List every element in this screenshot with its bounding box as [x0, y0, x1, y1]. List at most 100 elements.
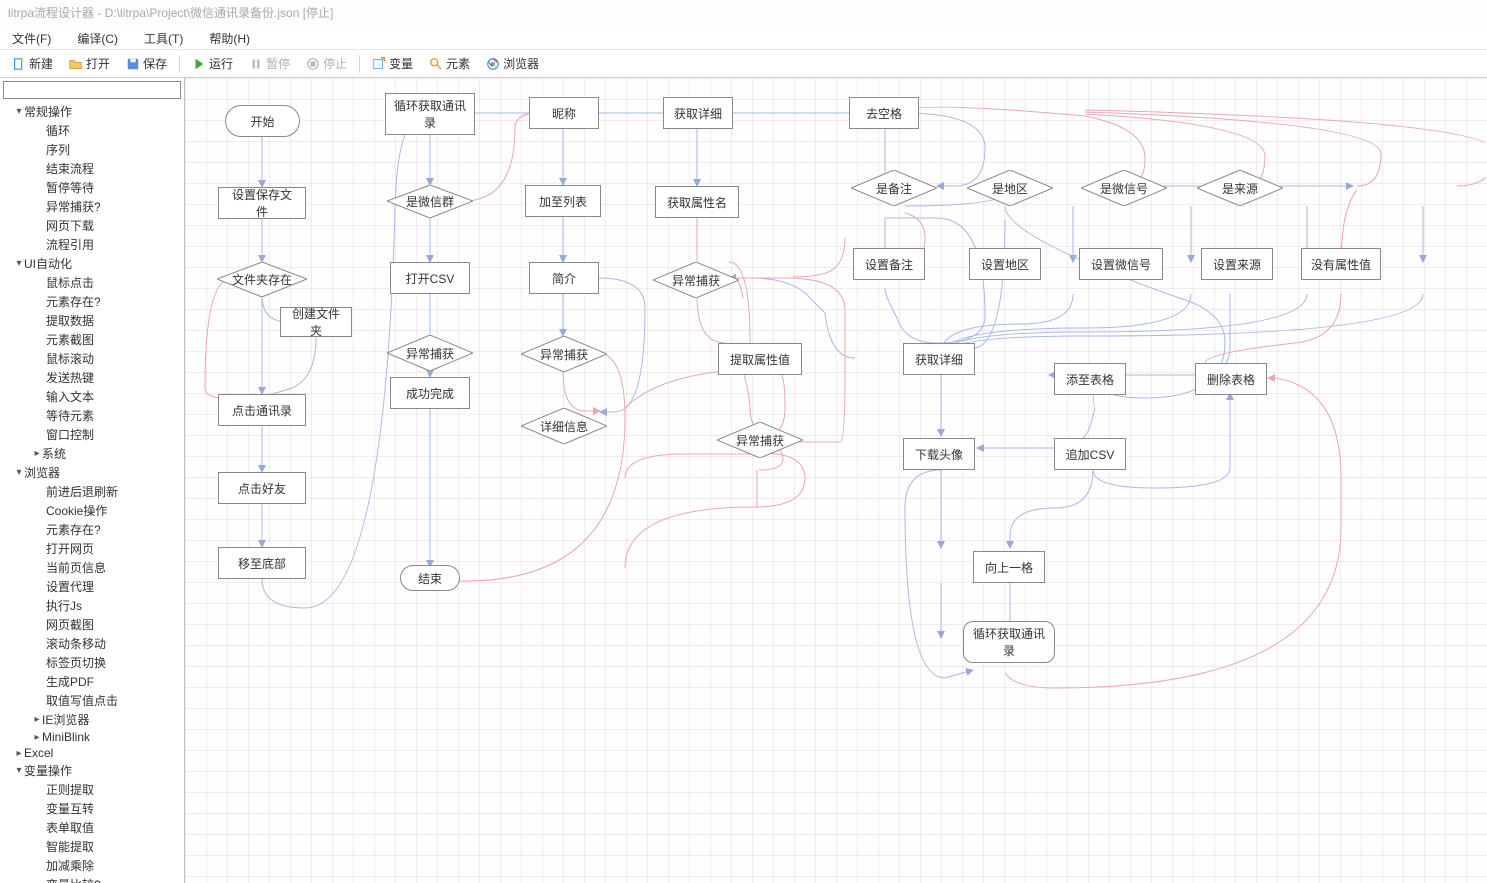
- tree-leaf[interactable]: 流程引用: [46, 235, 184, 254]
- tree-leaf[interactable]: 打开网页: [46, 539, 184, 558]
- tree-group-browser[interactable]: 浏览器: [14, 463, 184, 482]
- tree-group-vars[interactable]: 变量操作: [14, 761, 184, 780]
- node-open-csv[interactable]: 打开CSV: [390, 262, 470, 294]
- node-up-one[interactable]: 向上一格: [973, 551, 1045, 583]
- tree-group-general[interactable]: 常规操作: [14, 102, 184, 121]
- node-del-table[interactable]: 删除表格: [1195, 363, 1267, 395]
- browser-button[interactable]: 浏览器: [480, 53, 545, 74]
- tree-leaf[interactable]: 变量互转: [46, 799, 184, 818]
- tree-sub-system[interactable]: 系统: [32, 444, 184, 463]
- node-catch2[interactable]: 异常捕获: [387, 335, 473, 371]
- tree-leaf[interactable]: 元素存在?: [46, 520, 184, 539]
- node-detail-info[interactable]: 详细信息: [521, 408, 607, 444]
- tree-group-ui[interactable]: UI自动化: [14, 254, 184, 273]
- node-set-source[interactable]: 设置来源: [1201, 248, 1273, 280]
- tree-leaf[interactable]: 发送热键: [46, 368, 184, 387]
- node-get-attr-name[interactable]: 获取属性名: [655, 186, 739, 218]
- tree-leaf[interactable]: 网页截图: [46, 615, 184, 634]
- tree-leaf[interactable]: 标签页切换: [46, 653, 184, 672]
- tree-leaf[interactable]: 正则提取: [46, 780, 184, 799]
- node-is-region[interactable]: 是地区: [967, 170, 1053, 206]
- node-set-wxid[interactable]: 设置微信号: [1079, 248, 1163, 280]
- tree-leaf[interactable]: 结束流程: [46, 159, 184, 178]
- node-intro[interactable]: 简介: [529, 262, 599, 294]
- tree-leaf[interactable]: 输入文本: [46, 387, 184, 406]
- stop-button[interactable]: 停止: [300, 53, 353, 74]
- elem-button[interactable]: 元素: [423, 53, 476, 74]
- flow-canvas[interactable]: 开始 设置保存文件 文件夹存在 创建文件夹 点击通讯录 点击好友 移至底部 循环…: [185, 78, 1487, 883]
- open-button[interactable]: 打开: [63, 53, 116, 74]
- tree-leaf[interactable]: 智能提取: [46, 837, 184, 856]
- tree-leaf[interactable]: 执行Js: [46, 596, 184, 615]
- tree-leaf[interactable]: 加减乘除: [46, 856, 184, 875]
- node-click-friend[interactable]: 点击好友: [218, 472, 306, 504]
- new-button[interactable]: 新建: [6, 53, 59, 74]
- node-is-group[interactable]: 是微信群: [387, 185, 473, 218]
- menu-tool[interactable]: 工具(T): [140, 28, 187, 47]
- save-button[interactable]: 保存: [120, 53, 173, 74]
- node-is-source[interactable]: 是来源: [1197, 170, 1283, 206]
- node-done[interactable]: 成功完成: [390, 377, 470, 409]
- tree-leaf[interactable]: 鼠标滚动: [46, 349, 184, 368]
- node-addlist[interactable]: 加至列表: [525, 185, 601, 217]
- node-nickname[interactable]: 昵称: [529, 97, 599, 129]
- tree-leaf[interactable]: Cookie操作: [46, 501, 184, 520]
- node-loop-contacts2[interactable]: 循环获取通讯 录: [963, 621, 1055, 663]
- node-catch4[interactable]: 异常捕获: [717, 422, 803, 458]
- tree-leaf[interactable]: 生成PDF: [46, 672, 184, 691]
- node-end[interactable]: 结束: [400, 565, 460, 591]
- tree-leaf[interactable]: 网页下载: [46, 216, 184, 235]
- sidebar: 常规操作 循环序列结束流程暂停等待异常捕获?网页下载流程引用 UI自动化 鼠标点…: [0, 78, 185, 883]
- menu-edit[interactable]: 编译(C): [73, 28, 122, 47]
- node-to-bottom[interactable]: 移至底部: [218, 547, 306, 579]
- tree-leaf[interactable]: 元素截图: [46, 330, 184, 349]
- tree-leaf[interactable]: 设置代理: [46, 577, 184, 596]
- node-set-save[interactable]: 设置保存文件: [218, 187, 306, 219]
- tree-leaf[interactable]: 滚动条移动: [46, 634, 184, 653]
- node-set-remark[interactable]: 设置备注: [853, 248, 925, 280]
- tree-leaf[interactable]: 鼠标点击: [46, 273, 184, 292]
- tree-leaf[interactable]: 元素存在?: [46, 292, 184, 311]
- menu-file[interactable]: 文件(F): [8, 28, 55, 47]
- tree-leaf[interactable]: 序列: [46, 140, 184, 159]
- node-loop-contacts[interactable]: 循环获取通讯 录: [385, 93, 475, 135]
- tree-sub-miniblink[interactable]: MiniBlink: [32, 729, 184, 745]
- node-get-detail[interactable]: 获取详细: [663, 97, 733, 129]
- tree-leaf[interactable]: 表单取值: [46, 818, 184, 837]
- tree-leaf[interactable]: 等待元素: [46, 406, 184, 425]
- node-catch3[interactable]: 异常捕获: [653, 262, 739, 298]
- vars-button[interactable]: 变量: [366, 53, 419, 74]
- node-create-folder[interactable]: 创建文件夹: [280, 307, 352, 337]
- run-button[interactable]: 运行: [186, 53, 239, 74]
- tree-leaf[interactable]: 当前页信息: [46, 558, 184, 577]
- node-extract-attr[interactable]: 提取属性值: [718, 343, 802, 375]
- node-add-table[interactable]: 添至表格: [1054, 363, 1126, 395]
- tree-leaf[interactable]: 循环: [46, 121, 184, 140]
- node-trim[interactable]: 去空格: [849, 97, 919, 129]
- menu-help[interactable]: 帮助(H): [205, 28, 254, 47]
- pause-button[interactable]: 暂停: [243, 53, 296, 74]
- tree-leaf[interactable]: 窗口控制: [46, 425, 184, 444]
- node-no-attr[interactable]: 没有属性值: [1301, 248, 1381, 280]
- tree-leaf[interactable]: 取值写值点击: [46, 691, 184, 710]
- node-start[interactable]: 开始: [225, 105, 300, 137]
- node-set-region[interactable]: 设置地区: [969, 248, 1041, 280]
- node-is-remark[interactable]: 是备注: [851, 170, 937, 206]
- node-folder-exist[interactable]: 文件夹存在: [217, 262, 307, 297]
- search-input[interactable]: [3, 81, 181, 99]
- node-append-csv[interactable]: 追加CSV: [1054, 438, 1126, 470]
- tree-leaf[interactable]: 前进后退刷新: [46, 482, 184, 501]
- tree-leaf[interactable]: 变量比较?: [46, 875, 184, 883]
- tree-leaf[interactable]: 提取数据: [46, 311, 184, 330]
- tree-group-excel[interactable]: Excel: [14, 745, 184, 761]
- tree-leaf[interactable]: 暂停等待: [46, 178, 184, 197]
- tree-leaf[interactable]: 异常捕获?: [46, 197, 184, 216]
- node-get-detail2[interactable]: 获取详细: [903, 343, 975, 375]
- node-download-avatar[interactable]: 下载头像: [903, 438, 975, 470]
- node-click-contacts[interactable]: 点击通讯录: [218, 394, 306, 426]
- node-catch-intro[interactable]: 异常捕获: [521, 336, 607, 372]
- tree-sub-ie[interactable]: IE浏览器: [32, 710, 184, 729]
- activity-tree[interactable]: 常规操作 循环序列结束流程暂停等待异常捕获?网页下载流程引用 UI自动化 鼠标点…: [0, 102, 184, 883]
- node-is-wxid[interactable]: 是微信号: [1081, 170, 1167, 206]
- play-icon: [192, 57, 206, 71]
